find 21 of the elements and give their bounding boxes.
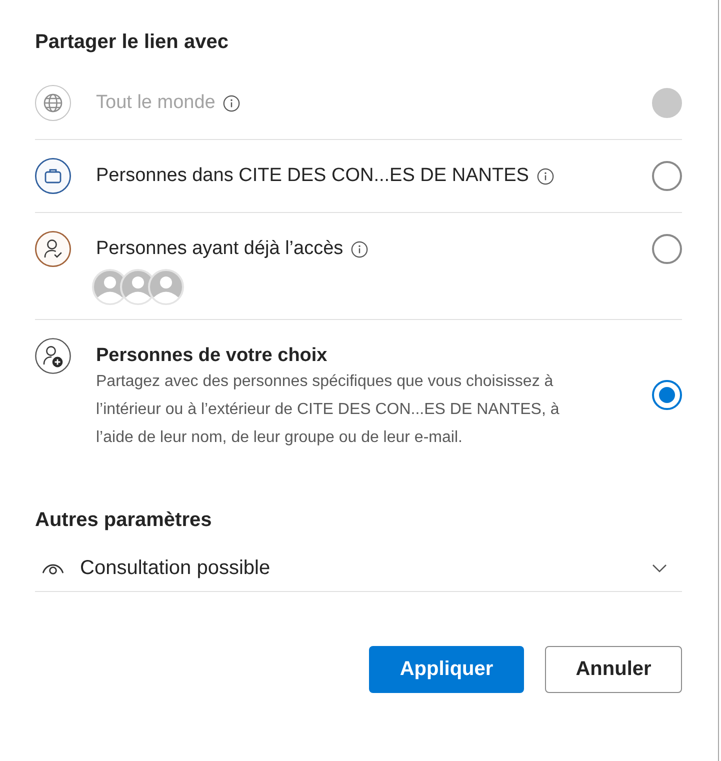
- briefcase-icon: [35, 158, 71, 194]
- radio-button[interactable]: [652, 234, 682, 264]
- option-description: Partagez avec des personnes spécifiques que vous choisissez à l’intérieur ou à l’extérieur de CITE DES CON...ES DE NANTES, à l’aide de leur nom, de leur groupe ou de leur e-mail.: [96, 372, 560, 448]
- chevron-icon: [652, 564, 667, 572]
- section-title: Partager le lien avec: [35, 30, 228, 54]
- radio-button[interactable]: [652, 161, 682, 191]
- person-check-icon: [35, 231, 71, 267]
- section-title: Autres paramètres: [35, 508, 212, 532]
- info-icon[interactable]: [536, 168, 554, 184]
- permission-dropdown[interactable]: Consultation possible: [35, 544, 682, 592]
- primary-button[interactable]: Appliquer: [369, 646, 524, 693]
- avatar-icon: [148, 269, 184, 305]
- option-label: Personnes de votre choix: [96, 345, 328, 367]
- person-plus-icon: [35, 338, 71, 374]
- globe-icon: [35, 85, 71, 121]
- secondary-button[interactable]: Annuler: [545, 646, 682, 693]
- option-label: Personnes ayant déjà l’accès: [96, 238, 344, 260]
- info-icon[interactable]: [351, 240, 368, 258]
- radio-button[interactable]: [652, 380, 682, 410]
- option-label: Tout le monde: [96, 92, 216, 114]
- option-label: Personnes dans CITE DES CON...ES DE NANTES: [96, 165, 529, 187]
